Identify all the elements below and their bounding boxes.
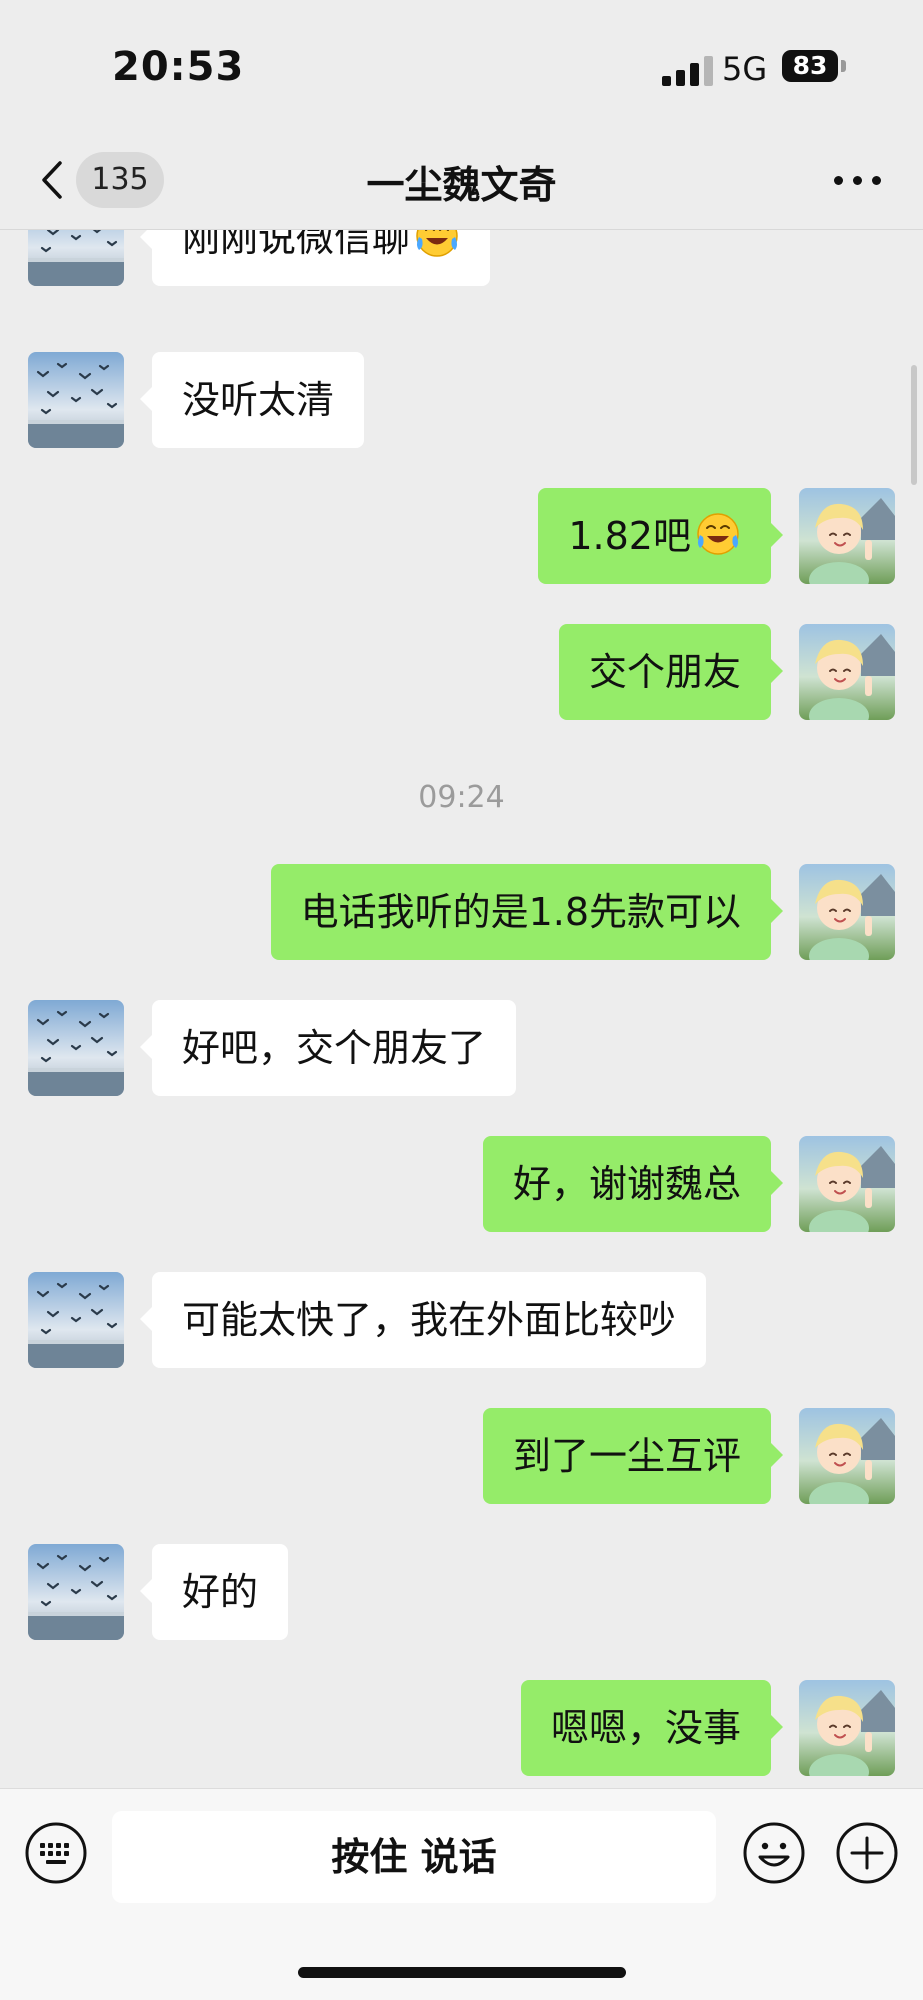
message-row: 到了一尘互评 <box>0 1408 923 1504</box>
more-dot-icon <box>872 176 881 185</box>
message-row: 好吧，交个朋友了 <box>0 1000 923 1096</box>
message-row: 交个朋友 <box>0 624 923 720</box>
unread-count-badge: 135 <box>76 152 164 208</box>
message-timestamp: 09:24 <box>418 780 505 815</box>
back-button[interactable]: 135 <box>30 152 170 208</box>
more-dot-icon <box>853 176 862 185</box>
chat-header: 135 一尘魏文奇 <box>0 130 923 230</box>
message-row: 1.82吧 <box>0 488 923 584</box>
smiling-child-avatar[interactable] <box>799 624 895 720</box>
message-row: 嗯嗯，没事 <box>0 1680 923 1776</box>
message-text: 1.82吧 <box>568 514 691 558</box>
message-bubble[interactable]: 好，谢谢魏总 <box>482 1136 784 1232</box>
home-indicator <box>298 1967 626 1978</box>
message-bubble[interactable]: 好的 <box>139 1544 289 1640</box>
chat-message-list[interactable]: 刚刚说微信聊 没听太清 1.82吧 交个朋友 09:24 电话我听的是1.8先款… <box>0 230 923 1788</box>
message-row: 电话我听的是1.8先款可以 <box>0 864 923 960</box>
smiley-icon[interactable] <box>742 1821 806 1885</box>
message-bubble[interactable]: 到了一尘互评 <box>482 1408 784 1504</box>
message-row: 好，谢谢魏总 <box>0 1136 923 1232</box>
smiling-child-avatar[interactable] <box>799 1680 895 1776</box>
message-row: 刚刚说微信聊 <box>0 230 923 286</box>
message-row: 可能太快了，我在外面比较吵 <box>0 1272 923 1368</box>
message-bubble[interactable]: 没听太清 <box>139 352 365 448</box>
chevron-left-icon <box>42 161 62 199</box>
more-options-button[interactable] <box>830 168 886 192</box>
scroll-indicator[interactable] <box>911 365 917 485</box>
message-text: 刚刚说微信聊 <box>182 230 411 260</box>
seagulls-avatar[interactable] <box>28 352 124 448</box>
message-bubble[interactable]: 电话我听的是1.8先款可以 <box>270 864 784 960</box>
message-bubble[interactable]: 1.82吧 <box>538 488 783 584</box>
network-type: 5G <box>722 50 768 88</box>
seagulls-avatar[interactable] <box>28 1000 124 1096</box>
input-bar: 按住 说话 <box>0 1788 923 2000</box>
cellular-signal-icon <box>662 56 713 86</box>
message-row: 好的 <box>0 1544 923 1640</box>
status-bar: 20:53 5G 83 <box>0 0 923 130</box>
plus-icon[interactable] <box>835 1821 899 1885</box>
battery-icon: 83 <box>782 50 838 82</box>
seagulls-avatar[interactable] <box>28 1544 124 1640</box>
message-row: 没听太清 <box>0 352 923 448</box>
smiling-child-avatar[interactable] <box>799 1136 895 1232</box>
message-bubble[interactable]: 刚刚说微信聊 <box>139 230 491 286</box>
more-dot-icon <box>834 176 843 185</box>
smiling-child-avatar[interactable] <box>799 1408 895 1504</box>
status-time: 20:53 <box>112 44 245 90</box>
seagulls-avatar[interactable] <box>28 1272 124 1368</box>
keyboard-icon[interactable] <box>24 1821 88 1885</box>
smiling-child-avatar[interactable] <box>799 488 895 584</box>
smiling-child-avatar[interactable] <box>799 864 895 960</box>
battery-tip <box>841 60 846 72</box>
tears-of-joy-emoji-icon <box>414 230 460 259</box>
seagulls-avatar[interactable] <box>28 230 124 286</box>
hold-to-talk-button[interactable]: 按住 说话 <box>112 1811 716 1903</box>
message-bubble[interactable]: 可能太快了，我在外面比较吵 <box>139 1272 707 1368</box>
battery-level: 83 <box>792 51 828 80</box>
message-bubble[interactable]: 交个朋友 <box>558 624 784 720</box>
tears-of-joy-emoji-icon <box>695 511 741 557</box>
message-bubble[interactable]: 嗯嗯，没事 <box>520 1680 784 1776</box>
message-bubble[interactable]: 好吧，交个朋友了 <box>139 1000 517 1096</box>
